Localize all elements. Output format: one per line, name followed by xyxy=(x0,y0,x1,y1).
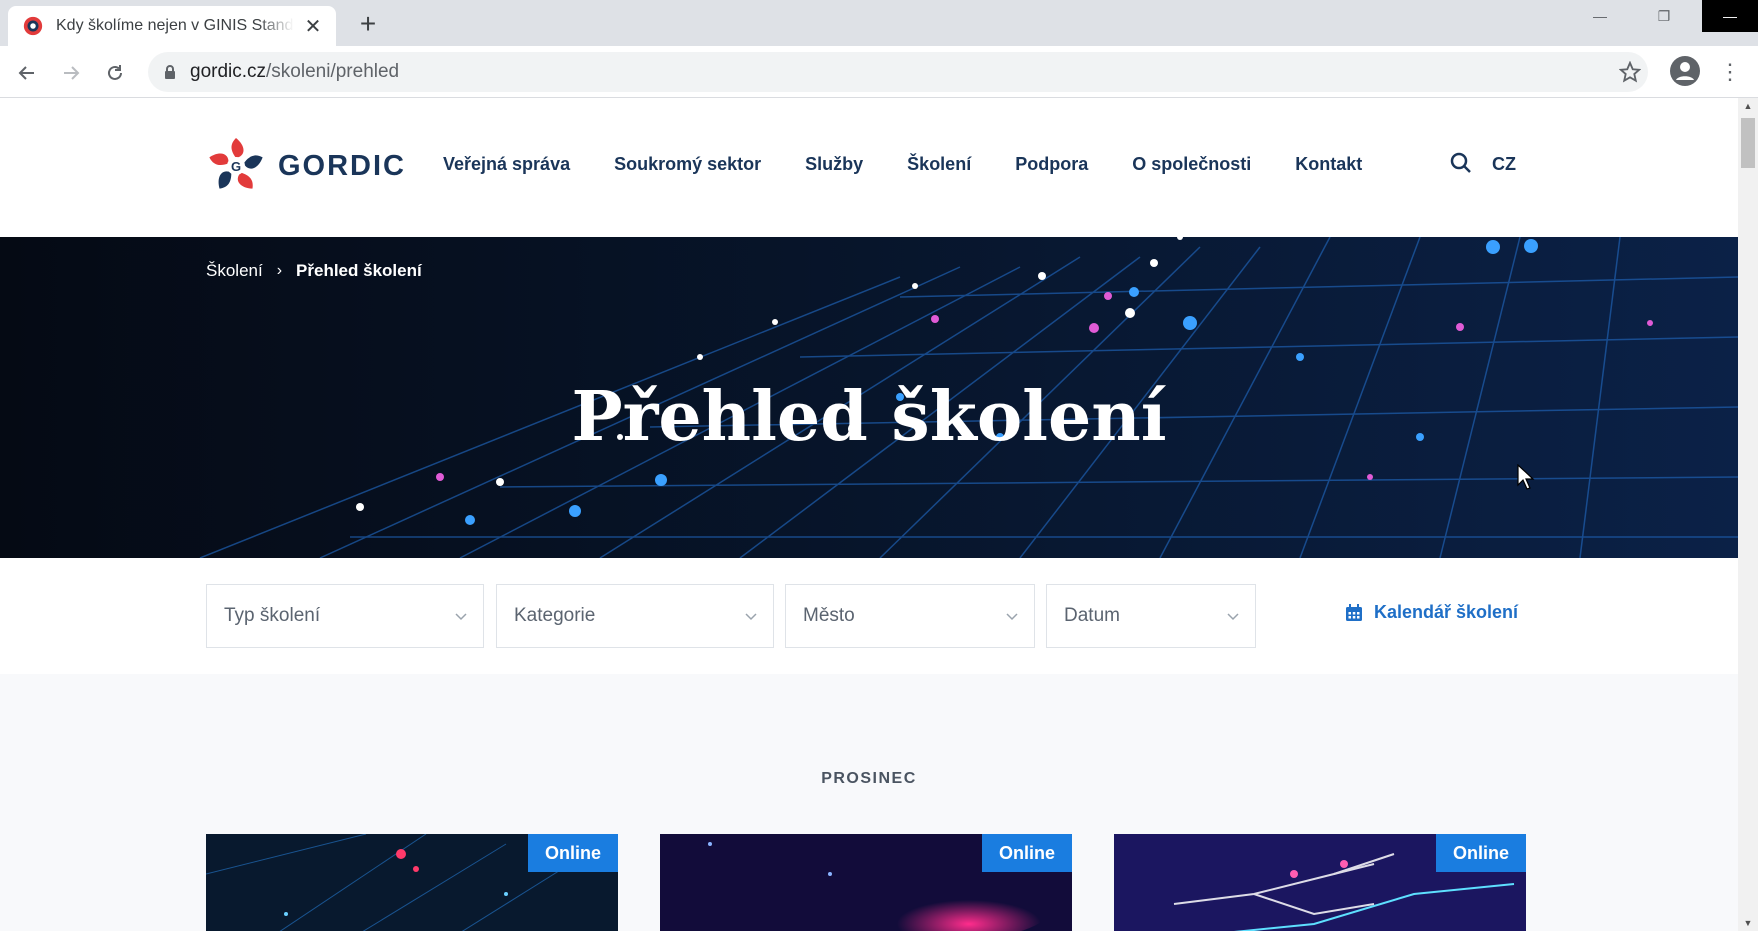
logo-wordmark: GORDIC xyxy=(278,149,406,182)
scroll-down-arrow-icon[interactable]: ▼ xyxy=(1738,915,1758,931)
online-badge: Online xyxy=(1436,834,1526,872)
url-text: gordic.cz/skoleni/prehled xyxy=(190,61,399,83)
date-label: Datum xyxy=(1064,605,1120,626)
page-scrollbar[interactable]: ▲ ▼ xyxy=(1738,98,1758,931)
gordic-logo-mark-icon: G xyxy=(209,138,263,189)
city-label: Město xyxy=(803,605,855,626)
forward-button[interactable] xyxy=(56,58,86,88)
training-card[interactable]: Online xyxy=(206,834,618,931)
training-card[interactable]: Online xyxy=(660,834,1072,931)
nav-verejna-sprava[interactable]: Veřejná správa xyxy=(443,154,570,175)
nav-podpora[interactable]: Podpora xyxy=(1015,154,1088,175)
page-title: Přehled školení xyxy=(571,377,1167,457)
tab-title: Kdy školíme nejen v GINIS Standard xyxy=(56,17,294,34)
hero-banner: Školení › Přehled školení Přehled školen… xyxy=(0,237,1738,558)
site-header: G GORDIC Veřejná správa Soukromý sektor … xyxy=(0,98,1738,237)
month-heading: PROSINEC xyxy=(821,770,917,787)
nav-kontakt[interactable]: Kontakt xyxy=(1295,154,1362,175)
gordic-logo[interactable]: G GORDIC xyxy=(206,136,406,196)
tab-close-icon[interactable]: ✕ xyxy=(302,15,324,38)
chevron-down-icon xyxy=(455,613,467,621)
url-path: /skoleni/prehled xyxy=(266,61,400,82)
nav-sluzby[interactable]: Služby xyxy=(805,154,863,175)
training-list: PROSINEC Online Online Online xyxy=(0,674,1738,931)
nav-soukromy-sektor[interactable]: Soukromý sektor xyxy=(614,154,761,175)
training-card[interactable]: Online xyxy=(1114,834,1526,931)
date-select[interactable]: Datum xyxy=(1046,584,1256,648)
reload-icon xyxy=(108,65,122,80)
bookmark-star-icon[interactable] xyxy=(1616,58,1644,86)
training-type-select[interactable]: Typ školení xyxy=(206,584,484,648)
browser-tab[interactable]: Kdy školíme nejen v GINIS Standard ✕ xyxy=(8,6,336,46)
browser-menu-icon[interactable]: ⋮ xyxy=(1716,56,1744,88)
category-select[interactable]: Kategorie xyxy=(496,584,774,648)
main-navigation: Veřejná správa Soukromý sektor Služby Šk… xyxy=(443,154,1406,175)
breadcrumb-current: Přehled školení xyxy=(296,261,422,280)
online-badge: Online xyxy=(528,834,618,872)
chevron-down-icon xyxy=(745,613,757,621)
browser-tab-strip: Kdy školíme nejen v GINIS Standard ✕ + —… xyxy=(0,0,1758,46)
arrow-left-icon xyxy=(18,66,34,80)
window-restore-button[interactable]: ❐ xyxy=(1638,0,1690,32)
nav-o-spolecnosti[interactable]: O společnosti xyxy=(1132,154,1251,175)
url-domain: gordic.cz xyxy=(190,61,267,82)
reload-button[interactable] xyxy=(100,58,130,88)
category-label: Kategorie xyxy=(514,605,596,626)
browser-toolbar: gordic.cz/skoleni/prehled ⋮ xyxy=(0,46,1758,98)
profile-avatar-icon[interactable] xyxy=(1668,54,1702,88)
gordic-favicon-icon xyxy=(23,16,43,36)
lock-icon xyxy=(165,65,175,79)
scrollbar-thumb[interactable] xyxy=(1741,118,1755,168)
chevron-down-icon xyxy=(1006,613,1018,621)
breadcrumb: Školení › Přehled školení xyxy=(206,261,422,281)
back-button[interactable] xyxy=(12,58,42,88)
online-badge: Online xyxy=(982,834,1072,872)
city-select[interactable]: Město xyxy=(785,584,1035,648)
mouse-cursor-icon xyxy=(1517,464,1535,490)
filter-bar: Typ školení Kategorie Město Datum Kalend… xyxy=(0,558,1738,674)
svg-text:G: G xyxy=(231,159,241,174)
training-type-label: Typ školení xyxy=(224,605,321,626)
chevron-down-icon xyxy=(1227,613,1239,621)
calendar-link-label: Kalendář školení xyxy=(1374,602,1519,622)
language-switch[interactable]: CZ xyxy=(1492,154,1516,175)
breadcrumb-skoleni-link[interactable]: Školení xyxy=(206,261,263,281)
chevron-right-icon: › xyxy=(276,262,283,279)
training-calendar-link[interactable]: Kalendář školení xyxy=(1344,602,1518,623)
address-bar[interactable]: gordic.cz/skoleni/prehled xyxy=(148,52,1648,92)
web-page: G GORDIC Veřejná správa Soukromý sektor … xyxy=(0,98,1738,931)
new-tab-button[interactable]: + xyxy=(352,8,384,40)
calendar-icon xyxy=(1346,603,1362,621)
window-close-button[interactable]: — xyxy=(1702,0,1758,32)
nav-skoleni[interactable]: Školení xyxy=(907,154,971,175)
arrow-right-icon xyxy=(64,66,80,80)
window-minimize-button[interactable]: — xyxy=(1574,0,1626,32)
search-icon[interactable] xyxy=(1450,152,1472,174)
scroll-up-arrow-icon[interactable]: ▲ xyxy=(1738,98,1758,114)
